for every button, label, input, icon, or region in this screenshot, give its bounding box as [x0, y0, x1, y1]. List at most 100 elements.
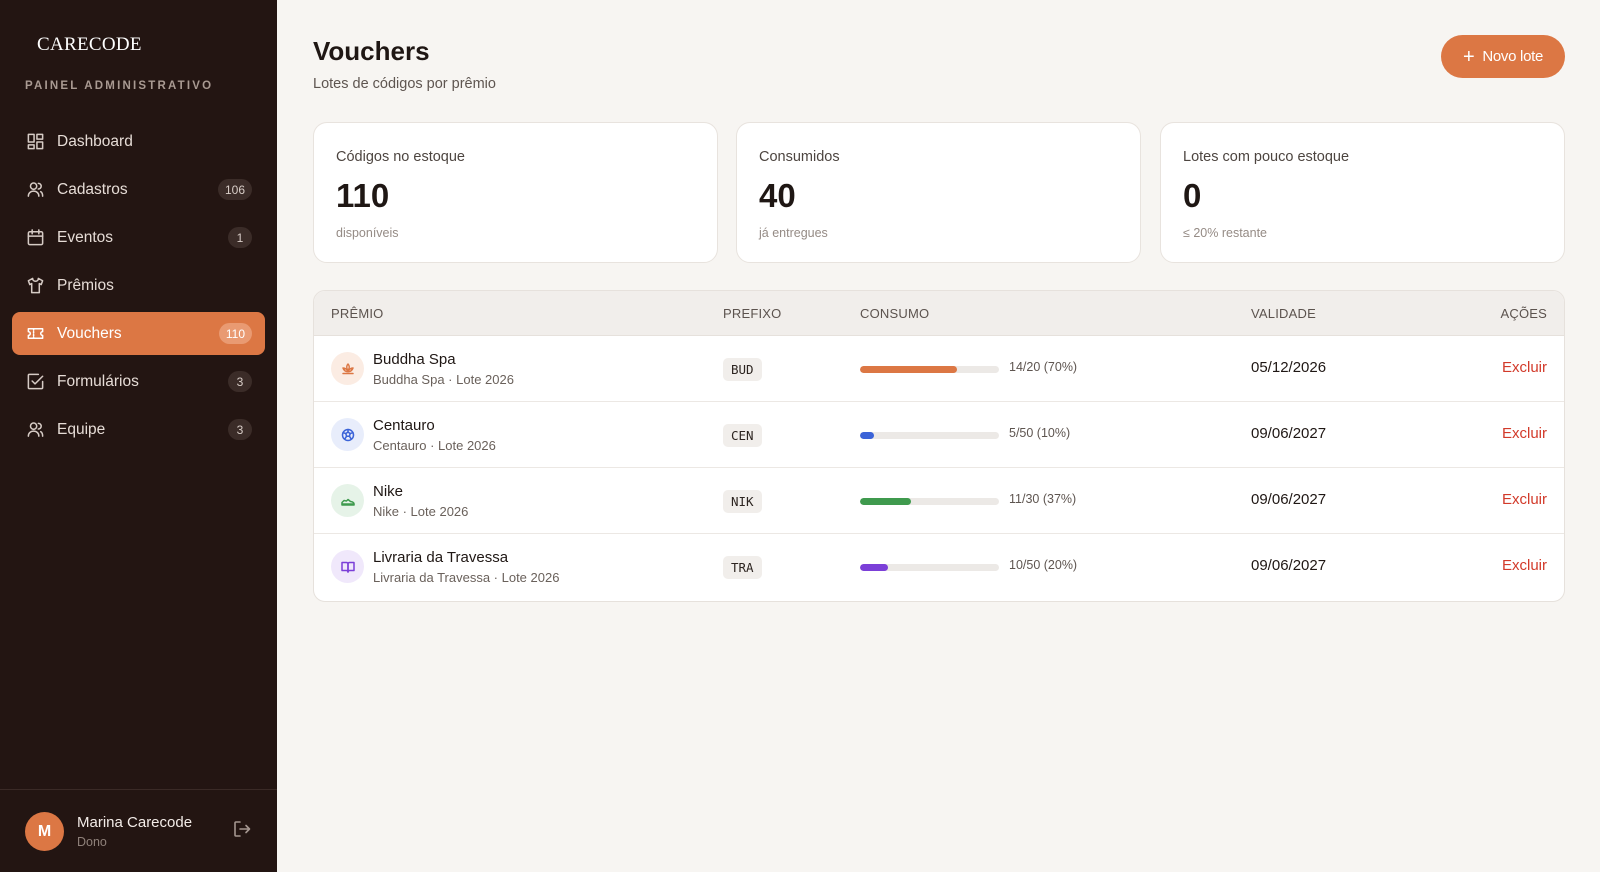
stat-hint: ≤ 20% restante: [1183, 226, 1267, 240]
table-row: Nike Nike · Lote 2026 NIK 11/30 (37%) 09…: [314, 468, 1564, 534]
count-badge: 110: [218, 323, 252, 344]
prize-batch: Livraria da Travessa · Lote 2026: [373, 570, 560, 585]
stat-value: 40: [759, 177, 796, 214]
validity-date: 05/12/2026: [1251, 359, 1327, 376]
stats-cards: Códigos no estoque 110 disponíveis Consu…: [313, 122, 1565, 263]
count-badge: 3: [228, 371, 252, 392]
table-row: Buddha Spa Buddha Spa · Lote 2026 BUD 14…: [314, 336, 1564, 402]
table-row: Livraria da Travessa Livraria da Travess…: [314, 534, 1564, 600]
table-row: Centauro Centauro · Lote 2026 CEN 5/50 (…: [314, 402, 1564, 468]
prize-batch: Buddha Spa · Lote 2026: [373, 372, 514, 387]
sidebar-item-label: Vouchers: [57, 324, 122, 342]
lotus-icon: [331, 352, 364, 385]
prefix-badge: BUD: [723, 358, 762, 381]
consumption-bar: [860, 498, 999, 505]
prize-name: Centauro: [373, 417, 435, 434]
stat-label: Lotes com pouco estoque: [1183, 149, 1350, 165]
delete-link[interactable]: Excluir: [1502, 557, 1547, 574]
prize-name: Buddha Spa: [373, 351, 456, 368]
stat-label: Consumidos: [759, 149, 840, 165]
column-header-prize: PRÊMIO: [331, 306, 384, 321]
prize-batch: Nike · Lote 2026: [373, 504, 469, 519]
stat-hint: disponíveis: [336, 226, 399, 240]
sidebar-item-label: Eventos: [57, 228, 114, 246]
validity-date: 09/06/2027: [1251, 425, 1327, 442]
logout-icon[interactable]: [232, 819, 252, 839]
main-content: Vouchers Lotes de códigos por prêmio + N…: [277, 0, 1600, 872]
stat-card-low-stock: Lotes com pouco estoque 0 ≤ 20% restante: [1160, 122, 1565, 263]
team-icon: [25, 420, 45, 440]
delete-link[interactable]: Excluir: [1502, 425, 1547, 442]
page-subtitle: Lotes de códigos por prêmio: [313, 76, 496, 92]
consumption-bar-fill: [860, 432, 874, 439]
user-name: Marina Carecode: [77, 814, 193, 831]
sidebar-item-label: Prêmios: [57, 276, 114, 294]
brand-logo: CARECODE: [37, 34, 142, 55]
vouchers-table: PRÊMIO PREFIXO CONSUMO VALIDADE AÇÕES Bu…: [313, 290, 1565, 602]
sidebar-item-premios[interactable]: Prêmios: [12, 264, 265, 307]
book-icon: [331, 550, 364, 583]
column-header-prefix: PREFIXO: [723, 306, 782, 321]
prize-name: Livraria da Travessa: [373, 549, 509, 566]
stat-value: 0: [1183, 177, 1202, 214]
column-header-validity: VALIDADE: [1251, 306, 1316, 321]
consumption-text: 11/30 (37%): [1009, 492, 1077, 506]
stat-label: Códigos no estoque: [336, 149, 465, 165]
prize-batch: Centauro · Lote 2026: [373, 438, 496, 453]
sidebar-item-label: Equipe: [57, 420, 106, 438]
dashboard-icon: [25, 132, 45, 152]
count-badge: 106: [217, 179, 252, 200]
validity-date: 09/06/2027: [1251, 491, 1327, 508]
delete-link[interactable]: Excluir: [1502, 491, 1547, 508]
delete-link[interactable]: Excluir: [1502, 359, 1547, 376]
plus-icon: +: [1462, 45, 1475, 68]
sidebar: CARECODE PAINEL ADMINISTRATIVO Dashboard…: [0, 0, 277, 872]
shoe-icon: [331, 484, 364, 517]
brand-subtitle: PAINEL ADMINISTRATIVO: [25, 80, 214, 92]
users-icon: [25, 180, 45, 200]
count-badge: 1: [228, 227, 252, 248]
sidebar-nav: Dashboard Cadastros 106 Eventos 1 Prêmio…: [12, 120, 265, 456]
sidebar-item-eventos[interactable]: Eventos 1: [12, 216, 265, 259]
page-title: Vouchers: [313, 36, 430, 66]
consumption-bar-fill: [860, 366, 958, 373]
sidebar-item-vouchers[interactable]: Vouchers 110: [12, 312, 265, 355]
consumption-bar-fill: [860, 564, 888, 571]
consumption-bar: [860, 564, 999, 571]
sidebar-item-formularios[interactable]: Formulários 3: [12, 360, 265, 403]
user-role: Dono: [77, 835, 107, 849]
new-batch-button[interactable]: + Novo lote: [1441, 35, 1565, 78]
sidebar-item-label: Dashboard: [57, 132, 133, 150]
new-batch-label: Novo lote: [1482, 48, 1544, 65]
sidebar-item-label: Cadastros: [57, 180, 128, 198]
column-header-actions: AÇÕES: [1500, 306, 1547, 321]
table-header: PRÊMIO PREFIXO CONSUMO VALIDADE AÇÕES: [314, 291, 1564, 336]
avatar[interactable]: M: [25, 812, 64, 851]
prefix-badge: TRA: [723, 556, 762, 579]
validity-date: 09/06/2027: [1251, 557, 1327, 574]
column-header-consumption: CONSUMO: [860, 306, 930, 321]
consumption-bar: [860, 366, 999, 373]
prize-name: Nike: [373, 483, 404, 500]
ticket-icon: [25, 324, 45, 344]
consumption-text: 10/50 (20%): [1009, 558, 1078, 572]
consumption-text: 14/20 (70%): [1009, 360, 1078, 374]
stat-card-stock: Códigos no estoque 110 disponíveis: [313, 122, 718, 263]
consumption-bar-fill: [860, 498, 911, 505]
prefix-badge: CEN: [723, 424, 762, 447]
consumption-text: 5/50 (10%): [1009, 426, 1071, 440]
shirt-icon: [25, 276, 45, 296]
sidebar-item-label: Formulários: [57, 372, 139, 390]
stat-hint: já entregues: [759, 226, 828, 240]
user-profile: M Marina Carecode Dono: [0, 789, 277, 872]
prefix-badge: NIK: [723, 490, 762, 513]
sidebar-item-equipe[interactable]: Equipe 3: [12, 408, 265, 451]
sidebar-item-cadastros[interactable]: Cadastros 106: [12, 168, 265, 211]
checkbox-icon: [25, 372, 45, 392]
ball-icon: [331, 418, 364, 451]
sidebar-item-dashboard[interactable]: Dashboard: [12, 120, 265, 163]
consumption-bar: [860, 432, 999, 439]
stat-value: 110: [336, 177, 390, 214]
stat-card-consumed: Consumidos 40 já entregues: [736, 122, 1141, 263]
calendar-icon: [25, 228, 45, 248]
